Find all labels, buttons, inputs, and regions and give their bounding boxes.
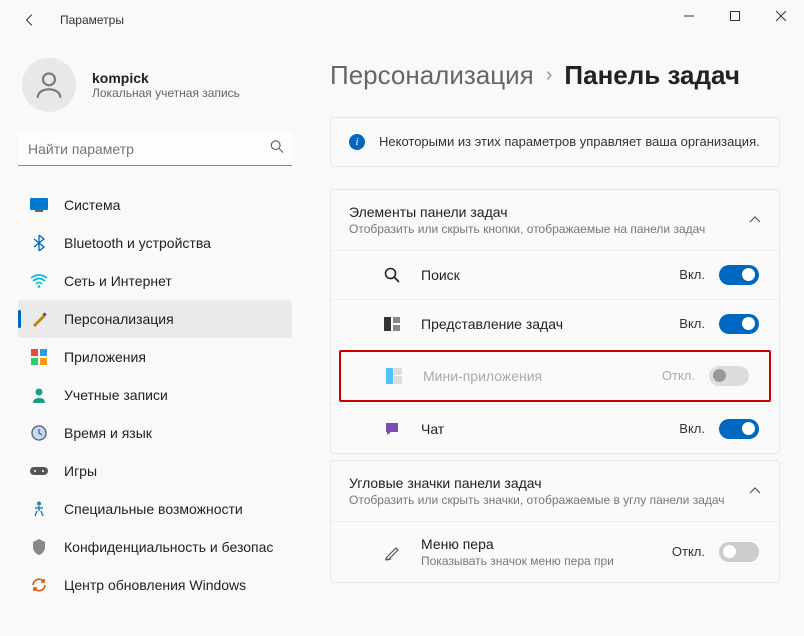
- info-banner: i Некоторыми из этих параметров управляе…: [330, 117, 780, 167]
- row-chat: Чат Вкл.: [331, 404, 779, 453]
- user-block[interactable]: kompick Локальная учетная запись: [18, 50, 292, 132]
- chat-icon: [381, 421, 403, 437]
- sidebar-item-label: Персонализация: [64, 311, 174, 327]
- section-taskbar-items-header[interactable]: Элементы панели задач Отобразить или скр…: [331, 190, 779, 250]
- close-button[interactable]: [758, 0, 804, 32]
- search-icon[interactable]: [270, 140, 284, 159]
- sidebar-item-label: Приложения: [64, 349, 146, 365]
- row-pen-menu: Меню пера Показывать значок меню пера пр…: [331, 521, 779, 582]
- privacy-icon: [30, 538, 48, 556]
- search-input[interactable]: [18, 132, 292, 166]
- apps-icon: [30, 348, 48, 366]
- toggle-taskview[interactable]: [719, 314, 759, 334]
- breadcrumb-parent[interactable]: Персонализация: [330, 60, 534, 91]
- gaming-icon: [30, 462, 48, 480]
- sidebar-item-label: Система: [64, 197, 120, 213]
- row-taskview: Представление задач Вкл.: [331, 299, 779, 348]
- toggle-widgets: [709, 366, 749, 386]
- toggle-state: Вкл.: [679, 267, 705, 282]
- sidebar-item-gaming[interactable]: Игры: [18, 452, 292, 490]
- toggle-state: Откл.: [672, 544, 705, 559]
- update-icon: [30, 576, 48, 594]
- sidebar-item-system[interactable]: Система: [18, 186, 292, 224]
- personalization-icon: [30, 310, 48, 328]
- toggle-state: Откл.: [662, 368, 695, 383]
- section-subtitle: Отобразить или скрыть значки, отображаем…: [349, 493, 725, 507]
- chevron-up-icon: [749, 482, 761, 500]
- info-icon: i: [349, 134, 365, 150]
- sidebar-item-accessibility[interactable]: Специальные возможности: [18, 490, 292, 528]
- sidebar-item-label: Сеть и Интернет: [64, 273, 172, 289]
- back-button[interactable]: [20, 10, 40, 30]
- sidebar-item-label: Специальные возможности: [64, 501, 243, 517]
- bluetooth-icon: [30, 234, 48, 252]
- user-subtitle: Локальная учетная запись: [92, 86, 240, 100]
- sidebar-item-bluetooth[interactable]: Bluetooth и устройства: [18, 224, 292, 262]
- user-name: kompick: [92, 70, 240, 86]
- accounts-icon: [30, 386, 48, 404]
- sidebar-item-privacy[interactable]: Конфиденциальность и безопас: [18, 528, 292, 566]
- sidebar-item-apps[interactable]: Приложения: [18, 338, 292, 376]
- sidebar-item-label: Центр обновления Windows: [64, 577, 246, 593]
- toggle-search[interactable]: [719, 265, 759, 285]
- toggle-chat[interactable]: [719, 419, 759, 439]
- row-sublabel: Показывать значок меню пера при: [421, 554, 672, 568]
- widgets-icon: [383, 368, 405, 384]
- sidebar-item-label: Игры: [64, 463, 97, 479]
- row-widgets: Мини-приложения Откл.: [341, 352, 769, 400]
- system-icon: [30, 196, 48, 214]
- row-search: Поиск Вкл.: [331, 250, 779, 299]
- toggle-state: Вкл.: [679, 421, 705, 436]
- section-subtitle: Отобразить или скрыть кнопки, отображаем…: [349, 222, 705, 236]
- breadcrumb-current: Панель задач: [564, 60, 740, 91]
- sidebar-item-time[interactable]: Время и язык: [18, 414, 292, 452]
- minimize-button[interactable]: [666, 0, 712, 32]
- accessibility-icon: [30, 500, 48, 518]
- sidebar-item-accounts[interactable]: Учетные записи: [18, 376, 292, 414]
- maximize-button[interactable]: [712, 0, 758, 32]
- sidebar-item-network[interactable]: Сеть и Интернет: [18, 262, 292, 300]
- sidebar-item-personalization[interactable]: Персонализация: [18, 300, 292, 338]
- section-title: Элементы панели задач: [349, 204, 705, 220]
- sidebar-item-label: Учетные записи: [64, 387, 168, 403]
- section-corner-icons-header[interactable]: Угловые значки панели задач Отобразить и…: [331, 461, 779, 521]
- chevron-up-icon: [749, 211, 761, 229]
- chevron-right-icon: ›: [546, 64, 553, 87]
- taskview-icon: [381, 317, 403, 331]
- highlight-box: Мини-приложения Откл.: [339, 350, 771, 402]
- sidebar-item-label: Время и язык: [64, 425, 152, 441]
- network-icon: [30, 272, 48, 290]
- breadcrumb: Персонализация › Панель задач: [330, 60, 780, 91]
- search-icon: [381, 267, 403, 283]
- info-text: Некоторыми из этих параметров управляет …: [379, 132, 760, 152]
- row-label: Чат: [421, 421, 679, 437]
- toggle-pen-menu[interactable]: [719, 542, 759, 562]
- row-label: Представление задач: [421, 316, 679, 332]
- pen-icon: [381, 543, 403, 561]
- sidebar-item-label: Bluetooth и устройства: [64, 235, 211, 251]
- row-label: Меню пера: [421, 536, 672, 552]
- sidebar-item-label: Конфиденциальность и безопас: [64, 539, 273, 555]
- window-title: Параметры: [60, 13, 124, 27]
- toggle-state: Вкл.: [679, 316, 705, 331]
- section-title: Угловые значки панели задач: [349, 475, 725, 491]
- sidebar-item-update[interactable]: Центр обновления Windows: [18, 566, 292, 604]
- row-label: Мини-приложения: [423, 368, 662, 384]
- row-label: Поиск: [421, 267, 679, 283]
- avatar: [22, 58, 76, 112]
- time-icon: [30, 424, 48, 442]
